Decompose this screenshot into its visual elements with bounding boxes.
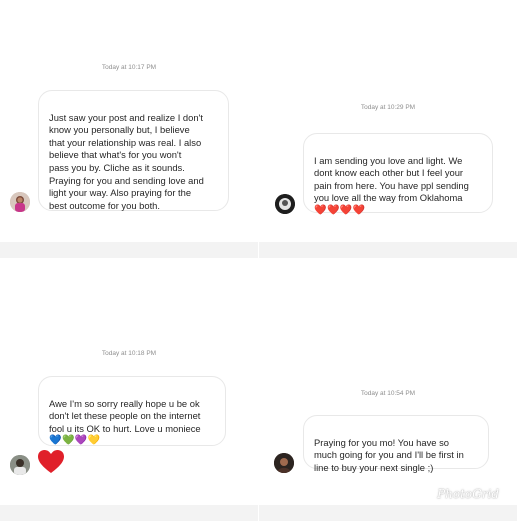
message-text: Awe I'm so sorry really hope u be ok don…	[49, 397, 201, 434]
avatar-image	[10, 192, 30, 212]
footer-bar	[259, 242, 517, 258]
message-text: Praying for you mo! You have so much goi…	[314, 436, 464, 473]
message-panel-2: Today at 10:29 PM I am sending you love …	[259, 0, 517, 258]
message-bubble[interactable]: I am sending you love and light. We dont…	[303, 133, 493, 216]
profile-avatar[interactable]	[10, 192, 30, 212]
heart-reaction-icon[interactable]	[38, 450, 64, 474]
timestamp: Today at 10:18 PM	[101, 350, 157, 357]
profile-avatar[interactable]	[275, 194, 295, 214]
profile-avatar[interactable]	[10, 455, 30, 475]
profile-avatar[interactable]	[274, 453, 294, 473]
message-text: I am sending you love and light. We dont…	[314, 154, 469, 204]
message-panel-3: Today at 10:18 PM Awe I'm so sorry reall…	[0, 262, 258, 521]
timestamp: Today at 10:29 PM	[360, 104, 416, 111]
footer-bar	[0, 505, 258, 521]
message-panel-1: Today at 10:17 PM Just saw your post and…	[0, 0, 258, 258]
avatar-image	[275, 194, 295, 214]
footer-bar	[259, 505, 517, 521]
avatar-image	[274, 453, 294, 473]
message-bubble[interactable]: Just saw your post and realize I don't k…	[38, 90, 229, 211]
footer-bar	[0, 242, 258, 258]
timestamp: Today at 10:54 PM	[360, 390, 416, 397]
photogrid-watermark: PhotoGrid	[437, 487, 499, 501]
hearts-emoji: 💙💚💜💛	[49, 435, 101, 447]
message-bubble[interactable]: Awe I'm so sorry really hope u be ok don…	[38, 376, 226, 446]
message-panel-4: Today at 10:54 PM Praying for you mo! Yo…	[259, 262, 517, 521]
avatar-image	[10, 455, 30, 475]
timestamp: Today at 10:17 PM	[101, 64, 157, 71]
hearts-emoji: ❤️❤️❤️❤️	[314, 204, 366, 216]
message-bubble[interactable]: Praying for you mo! You have so much goi…	[303, 415, 489, 473]
message-text: Just saw your post and realize I don't k…	[49, 111, 204, 211]
